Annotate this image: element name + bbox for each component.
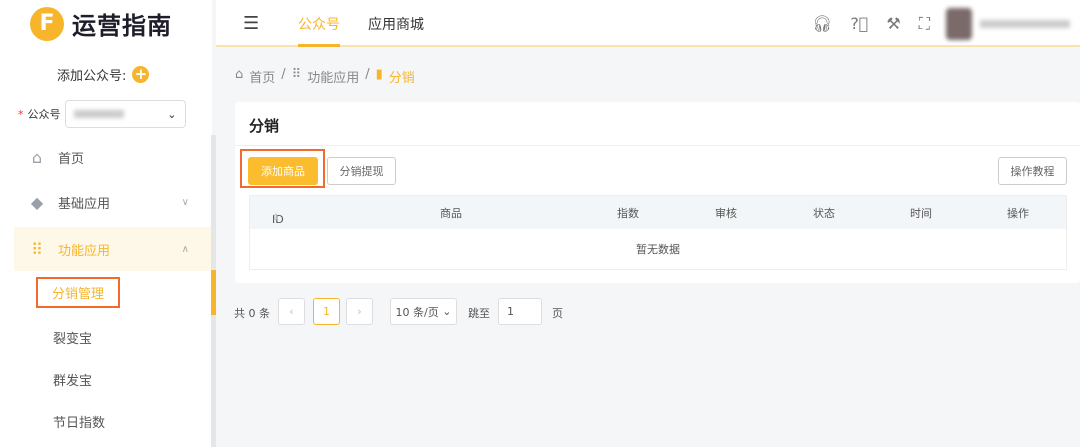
add-account-plus-icon[interactable]: +: [132, 66, 150, 83]
account-select[interactable]: ⌄: [64, 100, 186, 128]
distribution-table: ID ⇕ 商品 指数 审核 状态 时间 操作 暂无数据: [249, 195, 1067, 270]
page-1-button[interactable]: 1: [313, 298, 340, 325]
chevron-down-icon: ⌄: [442, 305, 452, 318]
grid-icon: ⠿: [31, 239, 43, 259]
add-product-button[interactable]: 添加商品: [248, 157, 318, 185]
sidebar-sub-broadcast[interactable]: 群发宝: [53, 370, 92, 389]
breadcrumb-current: 分销: [388, 71, 415, 86]
nav-label: 首页: [58, 151, 85, 167]
col-index: 指数: [617, 206, 639, 220]
top-header: ☰ 公众号 应用商城 🎧︎ ?⃝ ⚒ ⛶: [216, 0, 1080, 47]
col-time: 时间: [910, 206, 932, 220]
sort-icon: ⇕: [272, 212, 280, 223]
distribution-card: 分销 添加商品 分销提现 操作教程 ID ⇕ 商品 指数 审核 状态 时间 操作…: [235, 102, 1080, 283]
page-suffix: 页: [552, 307, 563, 320]
account-select-row: * 公众号 ⌄: [18, 100, 186, 128]
tutorial-button[interactable]: 操作教程: [998, 157, 1067, 185]
logo-text: 运营指南: [72, 12, 172, 40]
breadcrumb: ⌂ 首页 / ⠿ 功能应用 / ▮ 分销: [235, 67, 415, 86]
scrollbar-thumb[interactable]: [211, 270, 216, 315]
grid-icon: ⠿: [291, 67, 302, 82]
logo-mark: F: [30, 6, 64, 41]
col-status: 状态: [813, 206, 835, 220]
required-icon: *: [18, 107, 24, 121]
file-icon: ▮: [375, 67, 383, 82]
page-size-select[interactable]: 10 条/页 ⌄: [390, 298, 457, 325]
tools-icon[interactable]: ⚒: [886, 14, 900, 34]
jump-page-input[interactable]: 1: [498, 298, 542, 325]
page-title: 分销: [249, 117, 280, 135]
add-account-label: 添加公众号:: [57, 69, 127, 84]
fullscreen-icon[interactable]: ⛶: [919, 14, 930, 34]
chevron-up-icon: ∧: [181, 243, 189, 255]
empty-state: 暂无数据: [636, 243, 680, 256]
tab-official-account[interactable]: 公众号: [298, 14, 340, 47]
add-account: 添加公众号: +: [57, 65, 150, 84]
sidebar-item-basic-apps[interactable]: ◆ 基础应用 ∨: [14, 180, 211, 224]
prev-page-button[interactable]: ‹: [278, 298, 305, 325]
col-product: 商品: [440, 206, 462, 220]
chevron-down-icon: ∨: [181, 196, 189, 208]
account-label: 公众号: [27, 108, 61, 121]
breadcrumb-home[interactable]: 首页: [249, 67, 275, 86]
nav-label: 基础应用: [58, 196, 111, 212]
withdraw-button[interactable]: 分销提现: [327, 157, 396, 185]
sidebar-sub-distribution[interactable]: 分销管理: [36, 277, 121, 308]
total-count: 共 0 条: [234, 307, 270, 320]
sidebar-sub-fission[interactable]: 裂变宝: [53, 328, 92, 347]
nav-label: 功能应用: [58, 243, 111, 259]
table-header: ID ⇕ 商品 指数 审核 状态 时间 操作: [250, 196, 1066, 229]
sidebar-sub-holiday-index[interactable]: 节日指数: [53, 412, 105, 431]
breadcrumb-feature-apps[interactable]: 功能应用: [307, 67, 359, 86]
sidebar: F 运营指南 添加公众号: + * 公众号 ⌄ ⌂ 首页 ◆ 基础应用 ∨ ⠿ 功能应用…: [0, 0, 212, 447]
headset-icon[interactable]: 🎧︎: [812, 14, 832, 34]
col-actions: 操作: [1007, 206, 1029, 220]
menu-icon[interactable]: ☰: [243, 13, 259, 34]
sidebar-item-home[interactable]: ⌂ 首页: [14, 135, 211, 179]
sidebar-scrollbar[interactable]: [211, 135, 216, 447]
chevron-down-icon: ⌄: [167, 107, 177, 121]
user-profile[interactable]: [946, 6, 1080, 42]
next-page-button[interactable]: ›: [346, 298, 373, 325]
jump-label: 跳至: [468, 307, 490, 320]
home-icon: ⌂: [235, 67, 244, 82]
tab-app-store[interactable]: 应用商城: [368, 14, 424, 34]
sidebar-item-feature-apps[interactable]: ⠿ 功能应用 ∧: [14, 227, 211, 271]
cube-icon: ◆: [30, 192, 44, 212]
home-icon: ⌂: [31, 147, 43, 167]
logo: F 运营指南: [30, 6, 172, 41]
help-icon[interactable]: ?⃝: [850, 14, 868, 34]
col-review: 审核: [715, 206, 737, 220]
avatar: [946, 8, 972, 40]
